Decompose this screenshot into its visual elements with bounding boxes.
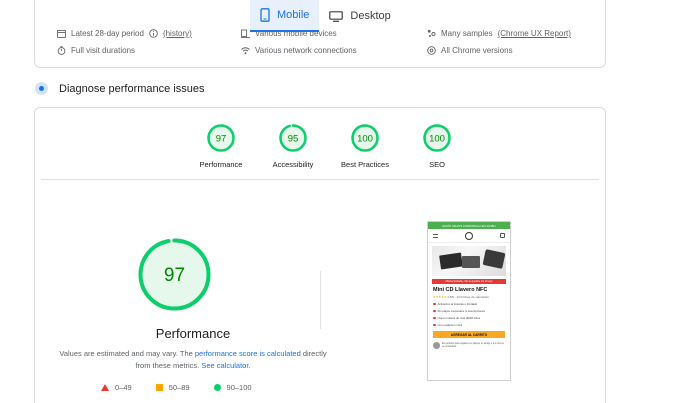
gauge-score: 100 <box>429 134 445 145</box>
device-tabs: Mobile Desktop <box>250 0 401 32</box>
cart-icon <box>500 233 505 238</box>
calendar-icon <box>57 29 66 38</box>
monitor-icon <box>329 10 344 22</box>
preview-bullet: Sin pagos mensuales ni suscripciones <box>433 309 505 313</box>
product-card-image <box>462 256 480 268</box>
fail-triangle-icon <box>101 384 109 391</box>
preview-bullet-text: Activación al instante e ilimitado <box>437 302 478 306</box>
bullet-icon <box>433 323 436 327</box>
preview-offer-bar: Oferta limitada - No te quedes sin el tu… <box>432 279 506 284</box>
preview-review: Es perfecto para regalar a tu pareja, tu… <box>433 342 505 349</box>
preview-review-text: Es perfecto para regalar a tu pareja, tu… <box>442 342 505 349</box>
timer-icon <box>57 46 66 55</box>
info-icon[interactable] <box>149 29 158 38</box>
samples-text: Many samples <box>441 29 493 38</box>
score-legend: 0–49 50–89 90–100 <box>101 383 252 392</box>
gauge-label: Performance <box>199 160 243 169</box>
tab-desktop[interactable]: Desktop <box>319 0 400 32</box>
gauge-score: 95 <box>288 134 299 145</box>
gauge-score: 100 <box>357 134 373 145</box>
chrome-versions-text: All Chrome versions <box>441 46 513 55</box>
visit-durations-text: Full visit durations <box>71 46 136 55</box>
lighthouse-report-card: 97 Performance 95 Accessibility 100 Best Prac… <box>34 107 606 403</box>
preview-bullet: Usa tu música de más 200M sitios <box>433 316 505 320</box>
chrome-icon <box>427 46 436 55</box>
bullet-icon <box>433 316 436 320</box>
site-logo <box>465 231 473 240</box>
wifi-icon <box>241 47 250 55</box>
vertical-divider <box>320 271 321 329</box>
history-link[interactable]: (history) <box>163 29 192 38</box>
performance-big-gauge: 97 <box>138 238 211 311</box>
field-info-durations: Full visit durations <box>57 46 135 55</box>
network-text: Various network connections <box>255 46 357 55</box>
product-card-image <box>439 252 463 270</box>
gauge-label: Accessibility <box>272 160 314 169</box>
preview-bullet: Activación al instante e ilimitado <box>433 302 505 306</box>
devices-icon <box>241 29 250 38</box>
preview-stars: ★★★★★ <box>433 295 447 299</box>
preview-bullet-text: Sin pagos mensuales ni suscripciones <box>437 309 485 313</box>
legend-pass-label: 90–100 <box>226 383 252 392</box>
tab-mobile[interactable]: Mobile <box>250 0 320 32</box>
field-info-chrome: All Chrome versions <box>427 46 513 55</box>
preview-product-title: Mini CD Llavero NFC <box>433 287 488 293</box>
pass-circle-icon <box>213 384 221 391</box>
legend-fail-label: 0–49 <box>115 383 132 392</box>
preview-bullet-text: Usa tu música de más 200M sitios <box>437 316 481 320</box>
tab-desktop-label: Desktop <box>350 10 391 22</box>
tab-mobile-label: Mobile <box>277 9 310 21</box>
gauge-score: 97 <box>216 134 227 145</box>
performance-title: Performance <box>155 326 231 341</box>
preview-site-header <box>428 229 510 243</box>
preview-bullet-text: Con cualquier móvil <box>437 323 463 327</box>
legend-pass: 90–100 <box>213 383 252 392</box>
gauge-ring: 100 <box>351 124 379 152</box>
field-info-samples: Many samples (Chrome UX Report) <box>427 29 571 38</box>
page-screenshot-thumbnail[interactable]: ENVÍO GRATIS A PENINSULA EN 24/48H Ofert… <box>427 221 511 381</box>
diagnose-title: Diagnose performance issues <box>59 82 205 95</box>
legend-average: 50–89 <box>155 383 190 392</box>
latest-period-text: Latest 28-day period <box>71 29 144 38</box>
big-gauge-score: 97 <box>164 265 185 286</box>
preview-bullet: Con cualquier móvil <box>433 323 505 327</box>
gauge-ring: 97 <box>207 124 235 152</box>
smartphone-icon <box>260 8 270 22</box>
gauge-label: Best Practices <box>341 160 389 169</box>
gauge-ring: 95 <box>279 124 307 152</box>
menu-icon <box>433 233 438 238</box>
legend-fail: 0–49 <box>101 383 132 392</box>
gauge-ring: 100 <box>423 124 451 152</box>
note-text-1: Values are estimated and may vary. The <box>59 349 195 358</box>
preview-rating-text: 4.8/5 - 124 fichas de valoración <box>447 295 489 299</box>
preview-add-to-cart-button: AGREGAR AL CARRITO <box>433 331 505 338</box>
score-calculation-link[interactable]: performance score is calculated <box>195 349 301 358</box>
bullet-icon <box>433 302 436 306</box>
bullet-icon <box>433 309 436 313</box>
samples-icon <box>427 29 436 37</box>
reviewer-avatar <box>433 342 440 349</box>
diagnose-header: Diagnose performance issues <box>35 82 205 95</box>
gauge-accessibility[interactable]: 95 Accessibility <box>257 122 329 169</box>
preview-product-image <box>432 246 506 276</box>
preview-rating: ★★★★★ 4.8/5 - 124 fichas de valoración <box>433 295 505 299</box>
gauges-divider <box>41 179 599 180</box>
gauge-label: SEO <box>429 160 445 169</box>
legend-average-label: 50–89 <box>168 383 190 392</box>
lab-data-icon <box>35 82 48 95</box>
preview-shipping-banner: ENVÍO GRATIS A PENINSULA EN 24/48H <box>428 222 510 229</box>
product-card-image <box>482 249 506 269</box>
crux-report-link[interactable]: (Chrome UX Report) <box>498 29 571 38</box>
average-square-icon <box>155 384 163 391</box>
category-gauges: 97 Performance 95 Accessibility 100 Best Prac… <box>185 122 473 169</box>
field-info-network: Various network connections <box>241 46 357 55</box>
calculator-link[interactable]: See calculator. <box>201 361 250 370</box>
gauge-performance[interactable]: 97 Performance <box>185 122 257 169</box>
gauge-best-practices[interactable]: 100 Best Practices <box>329 122 401 169</box>
gauge-seo[interactable]: 100 SEO <box>401 122 473 169</box>
score-note: Values are estimated and may vary. The p… <box>55 348 331 372</box>
field-info-period: Latest 28-day period (history) <box>57 29 192 38</box>
